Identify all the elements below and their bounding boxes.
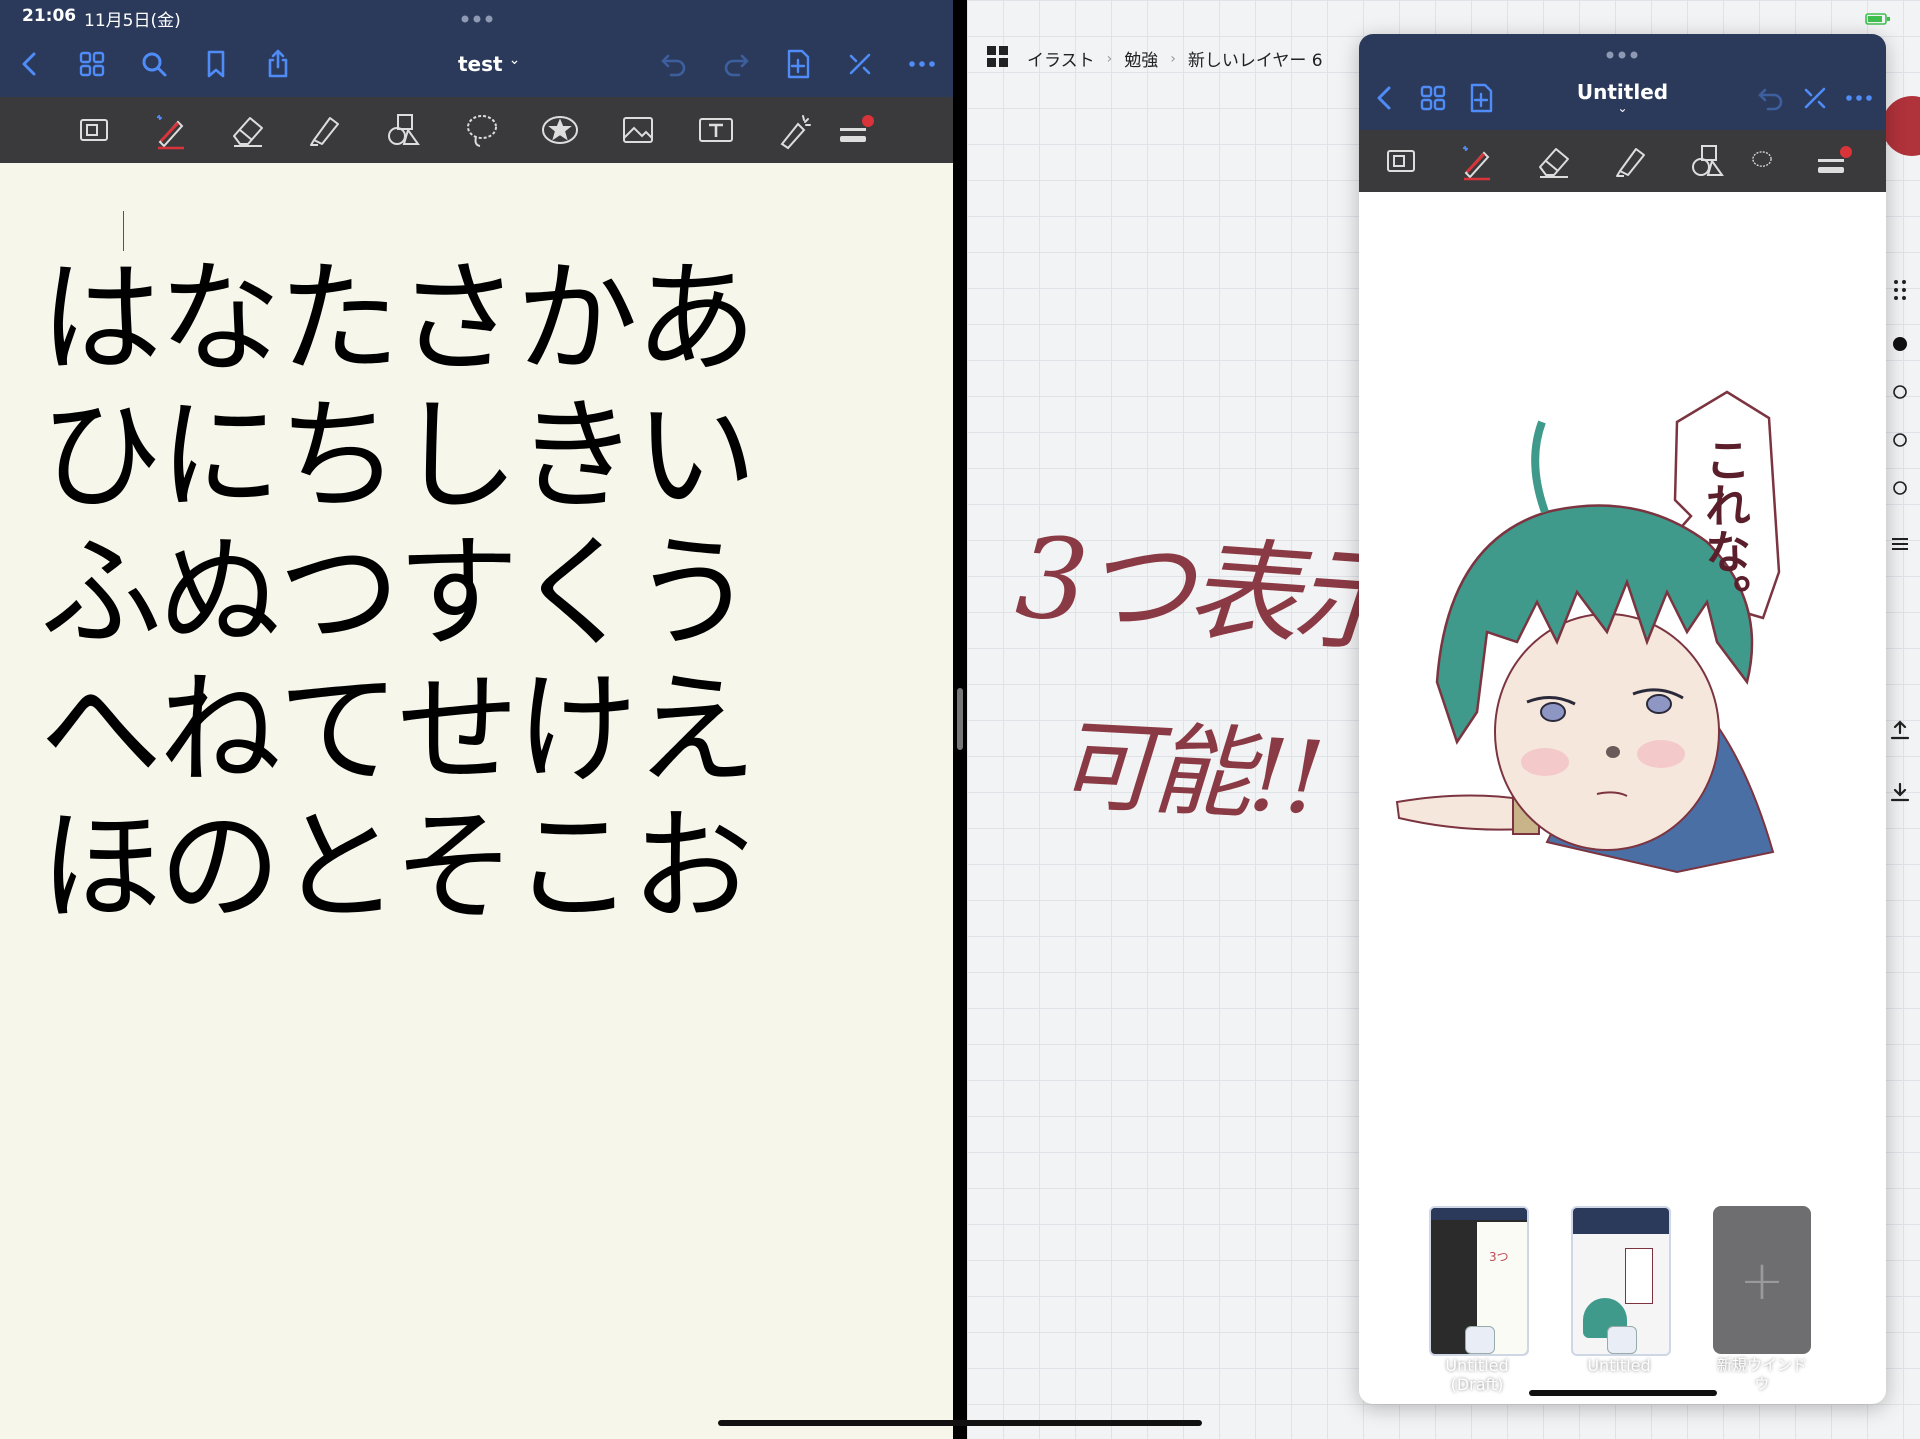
thumbnail-label-new-window: 新規ウインド ウ bbox=[1716, 1356, 1807, 1393]
zoom-window-icon[interactable] bbox=[1377, 138, 1423, 184]
hiragana-row-2: ひにちしきい bbox=[40, 385, 757, 527]
drag-handle-icon[interactable] bbox=[1886, 276, 1914, 304]
battery-icon bbox=[1865, 10, 1891, 29]
elements-sticker-icon[interactable] bbox=[537, 107, 583, 153]
note-page-canvas[interactable]: はなたさかあ ひにちしきい ふぬつすくう へねてせけえ ほのとそこお bbox=[0, 163, 953, 1439]
redo-icon[interactable] bbox=[716, 44, 756, 84]
thumbnail-label-draft: Untitled (Draft) bbox=[1445, 1356, 1509, 1394]
floating-navigation-bar: Untitled ⌄ bbox=[1359, 34, 1886, 130]
search-icon[interactable] bbox=[134, 44, 174, 84]
app-grid-icon[interactable] bbox=[987, 46, 1009, 72]
brush-size-large-icon[interactable] bbox=[1886, 330, 1914, 358]
thumbnail-label-untitled: Untitled bbox=[1587, 1356, 1651, 1375]
floating-drawing-toolbar bbox=[1359, 130, 1886, 192]
bookmark-icon[interactable] bbox=[196, 44, 236, 84]
hiragana-row-3: ふぬつすくう bbox=[40, 522, 755, 664]
undo-icon[interactable] bbox=[1751, 78, 1791, 118]
laser-pointer-icon[interactable] bbox=[771, 107, 817, 153]
lasso-tool-icon[interactable] bbox=[459, 107, 505, 153]
slide-over-window: Untitled ⌄ これな。 3つ Untitled (Draft) Unti… bbox=[1359, 34, 1886, 1404]
highlighter-icon[interactable] bbox=[303, 107, 349, 153]
character-illustration bbox=[1395, 390, 1781, 874]
pen-tools-toggle-icon[interactable] bbox=[1795, 78, 1835, 118]
document-title: test bbox=[458, 52, 503, 76]
export-icon[interactable] bbox=[1886, 716, 1914, 744]
handwriting-line-2: 可能!! bbox=[1053, 706, 1324, 837]
pen-settings-icon[interactable] bbox=[833, 107, 879, 153]
brush-size-option-icon[interactable] bbox=[1886, 426, 1914, 454]
split-view-handle[interactable] bbox=[957, 688, 963, 750]
left-app-pane: 21:06 11月5日(金) test ⌄ はなたさかあ ひにちしきい ふぬつす… bbox=[0, 0, 953, 1439]
import-icon[interactable] bbox=[1886, 778, 1914, 806]
more-options-icon[interactable] bbox=[902, 44, 942, 84]
menu-lines-icon[interactable] bbox=[1886, 530, 1914, 558]
status-time: 21:06 bbox=[22, 6, 77, 26]
document-title-menu[interactable]: test ⌄ bbox=[458, 52, 520, 76]
handwriting-line-1: 3つ表示 bbox=[1012, 512, 1404, 670]
shapes-tool-icon[interactable] bbox=[1685, 138, 1731, 184]
highlighter-icon[interactable] bbox=[1609, 138, 1655, 184]
brush-size-option-icon[interactable] bbox=[1886, 474, 1914, 502]
multitasking-dots-icon[interactable] bbox=[1605, 46, 1639, 65]
breadcrumb-item-layer[interactable]: 新しいレイヤー 6 bbox=[1188, 46, 1323, 71]
status-date: 11月5日(金) bbox=[84, 11, 181, 31]
pen-tool-icon[interactable] bbox=[1453, 138, 1499, 184]
shapes-tool-icon[interactable] bbox=[381, 107, 427, 153]
left-drawing-toolbar bbox=[0, 97, 953, 251]
lasso-tool-icon[interactable] bbox=[1749, 138, 1775, 184]
breadcrumb-separator: › bbox=[1170, 50, 1176, 67]
hiragana-row-4: へねてせけえ bbox=[40, 659, 757, 801]
hiragana-row-1: はなたさかあ bbox=[40, 248, 757, 390]
plus-icon: + bbox=[1739, 1248, 1785, 1312]
undo-icon[interactable] bbox=[654, 44, 694, 84]
breadcrumb: イラスト › 勉強 › 新しいレイヤー 6 bbox=[1027, 46, 1323, 72]
window-thumbnail-draft[interactable]: 3つ bbox=[1429, 1206, 1529, 1356]
eraser-icon[interactable] bbox=[1531, 138, 1577, 184]
pen-tool-icon[interactable] bbox=[147, 107, 193, 153]
goodnotes-app-icon bbox=[1607, 1326, 1637, 1354]
pen-tools-toggle-icon[interactable] bbox=[840, 44, 880, 84]
eraser-icon[interactable] bbox=[225, 107, 271, 153]
window-thumbnail-untitled[interactable] bbox=[1571, 1206, 1671, 1356]
avatar-partial bbox=[1882, 96, 1920, 156]
left-navigation-bar: 21:06 11月5日(金) test ⌄ bbox=[0, 0, 953, 97]
floating-page-canvas[interactable]: これな。 3つ Untitled (Draft) Untitled + 新規ウイ… bbox=[1359, 192, 1886, 1404]
add-page-icon[interactable] bbox=[778, 44, 818, 84]
new-window-button[interactable]: + bbox=[1713, 1206, 1811, 1354]
zoom-window-icon[interactable] bbox=[70, 107, 116, 153]
grid-view-icon[interactable] bbox=[72, 44, 112, 84]
brush-size-option-icon[interactable] bbox=[1886, 378, 1914, 406]
share-icon[interactable] bbox=[258, 44, 298, 84]
hiragana-row-5: ほのとそこお bbox=[40, 796, 753, 938]
title-chevron-down-icon: ⌄ bbox=[508, 52, 521, 68]
slide-over-home-indicator[interactable] bbox=[1529, 1390, 1717, 1396]
image-insert-icon[interactable] bbox=[615, 107, 661, 153]
breadcrumb-separator: › bbox=[1106, 50, 1113, 67]
multitasking-dots-icon[interactable] bbox=[460, 10, 494, 29]
goodnotes-app-icon bbox=[1465, 1326, 1495, 1354]
pen-settings-icon[interactable] bbox=[1811, 138, 1857, 184]
breadcrumb-item-study[interactable]: 勉強 bbox=[1124, 46, 1158, 71]
more-options-icon[interactable] bbox=[1839, 78, 1879, 118]
speech-bubble-text: これな。 bbox=[1698, 436, 1752, 620]
text-tool-icon[interactable] bbox=[693, 107, 739, 153]
breadcrumb-item-illust[interactable]: イラスト bbox=[1027, 46, 1095, 71]
home-indicator[interactable] bbox=[718, 1420, 1202, 1426]
back-chevron-icon[interactable] bbox=[10, 44, 50, 84]
